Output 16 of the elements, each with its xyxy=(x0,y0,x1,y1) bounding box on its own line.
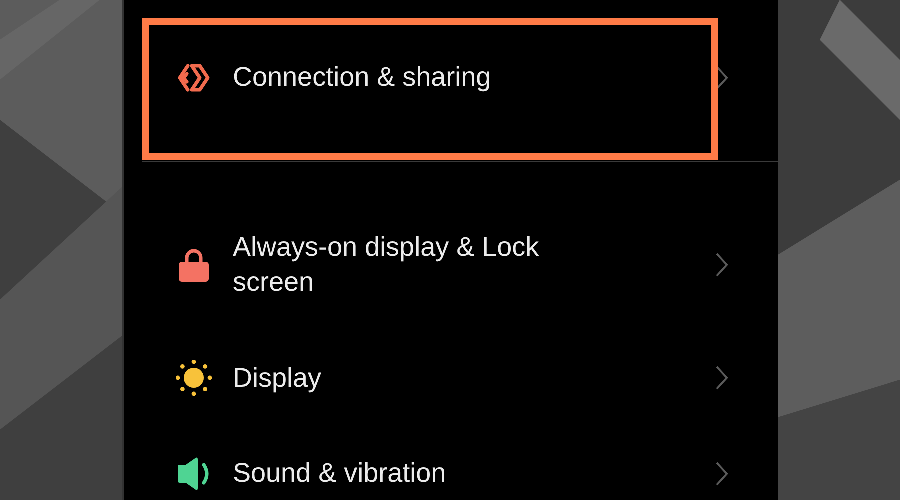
lock-icon xyxy=(178,248,210,282)
chevron-icon xyxy=(716,66,728,90)
chevron-icon xyxy=(716,366,728,390)
sun-icon xyxy=(176,360,212,396)
settings-item[interactable]: Connection & sharing xyxy=(124,30,778,125)
link-arrows-icon xyxy=(177,62,211,92)
settings-item[interactable]: Sound & vibration xyxy=(124,426,778,500)
item-label: Connection & sharing xyxy=(233,61,492,94)
chevron-icon xyxy=(716,462,728,486)
settings-item[interactable]: Display xyxy=(124,330,778,426)
settings-item[interactable]: Always-on display & Lock screen xyxy=(124,200,778,330)
chevron-icon xyxy=(716,253,728,277)
item-label: Sound & vibration xyxy=(233,457,448,490)
item-label: Display xyxy=(233,362,323,395)
speaker-icon xyxy=(176,456,212,490)
item-label: Always-on display & Lock screen xyxy=(233,231,540,299)
